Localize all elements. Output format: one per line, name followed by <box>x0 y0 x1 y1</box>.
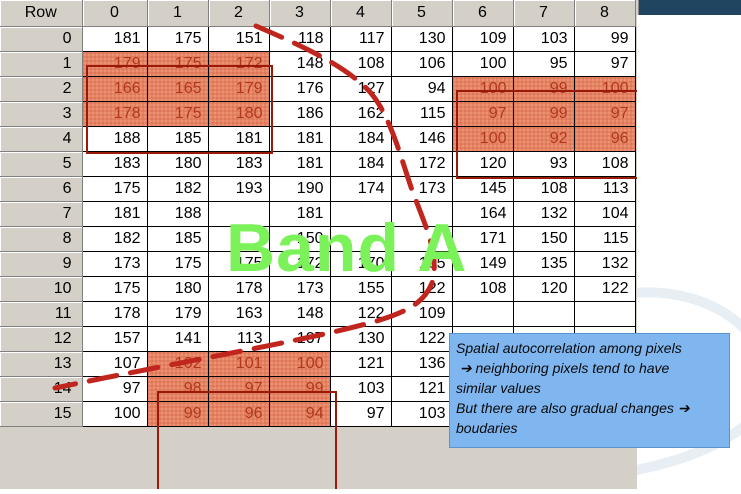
note-line-4: But there are also gradual changes ➔ <box>456 398 723 418</box>
note-line-2-text: neighboring pixels tend to have <box>475 360 670 376</box>
highlight-box-top-left <box>86 65 273 154</box>
annotation-note: Spatial autocorrelation among pixels ➔ n… <box>449 333 730 448</box>
note-line-3: similar values <box>456 380 541 396</box>
arrow-icon: ➔ <box>677 400 690 416</box>
note-line-1: Spatial autocorrelation among pixels <box>456 340 682 356</box>
note-line-5: boudaries <box>456 420 518 436</box>
band-a-label: Band A <box>226 210 468 286</box>
note-line-4-text: But there are also gradual changes <box>456 400 674 416</box>
arrow-icon: ➔ <box>459 360 472 376</box>
note-line-2: ➔ neighboring pixels tend to have <box>456 358 723 378</box>
highlight-box-top-right <box>456 90 638 179</box>
highlight-box-bottom <box>157 391 337 489</box>
